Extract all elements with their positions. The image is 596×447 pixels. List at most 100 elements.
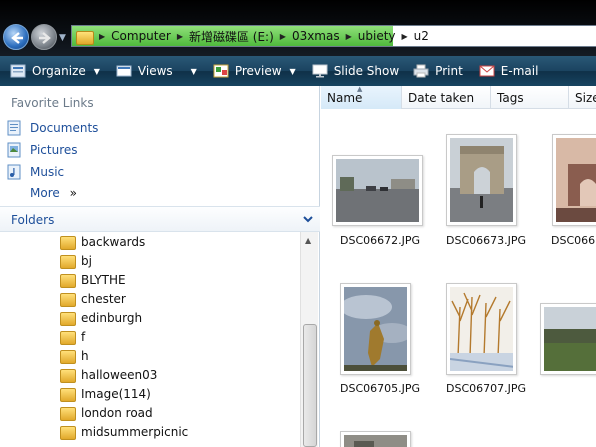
printer-icon — [413, 64, 429, 78]
tree-item[interactable]: edinburgh — [60, 308, 142, 327]
tree-item[interactable]: f — [60, 327, 85, 346]
crumb-ubiety[interactable]: ubiety — [355, 29, 399, 43]
favorite-links-title: Favorite Links — [11, 96, 94, 110]
crumb-u2[interactable]: u2 — [411, 29, 432, 43]
column-name[interactable]: ▲ Name — [321, 86, 402, 109]
favorite-label: Documents — [30, 121, 99, 135]
file-name[interactable]: DSC06707.JPG — [446, 382, 526, 395]
organize-icon — [10, 64, 26, 78]
views-icon — [116, 65, 132, 77]
more-label: More — [30, 186, 60, 200]
folder-icon — [60, 349, 76, 364]
file-thumbnail[interactable] — [332, 155, 423, 226]
history-dropdown-icon[interactable]: ▼ — [59, 33, 66, 43]
folder-icon — [76, 29, 94, 45]
tree-item[interactable]: h — [60, 346, 89, 365]
file-thumbnail[interactable] — [340, 283, 411, 375]
slideshow-button[interactable]: Slide Show — [306, 56, 405, 86]
file-thumbnail[interactable] — [340, 431, 411, 447]
chevron-right-icon[interactable]: ▶ — [343, 32, 355, 41]
tree-item[interactable]: halloween03 — [60, 365, 157, 384]
folder-icon — [60, 406, 76, 421]
tree-item-label: backwards — [81, 234, 146, 249]
scrollbar-thumb[interactable] — [303, 324, 317, 447]
back-button[interactable] — [3, 24, 29, 50]
tree-item-label: f — [81, 329, 86, 344]
crumb-03xmas[interactable]: 03xmas — [289, 29, 343, 43]
email-label: E-mail — [500, 64, 539, 78]
folder-tree-scrollbar[interactable]: ▲ — [300, 232, 318, 447]
file-thumbnail[interactable] — [446, 134, 517, 226]
music-icon — [7, 164, 21, 180]
organize-button[interactable]: Organize ▼ — [4, 56, 106, 86]
more-links-button[interactable]: More » — [30, 186, 77, 200]
file-name[interactable]: DSC0667 — [551, 234, 596, 247]
crumb-computer[interactable]: Computer — [108, 29, 174, 43]
tree-item-label: Image(114) — [81, 386, 151, 401]
tree-item-label: midsummerpicnic — [81, 424, 189, 439]
folder-icon — [60, 425, 76, 440]
address-bar[interactable]: ▶ Computer ▶ 新增磁碟區 (E:) ▶ 03xmas ▶ ubiet… — [71, 25, 596, 47]
command-bar: Organize ▼ Views ▼ Preview ▼ Slide Show — [0, 56, 596, 86]
folder-icon — [60, 254, 76, 269]
column-date-taken[interactable]: Date taken — [402, 86, 491, 109]
photo-arc-de-triomphe — [450, 138, 513, 222]
chevron-down-icon — [303, 216, 313, 223]
crumb-drive[interactable]: 新增磁碟區 (E:) — [186, 28, 277, 45]
preview-button[interactable]: Preview ▼ — [207, 56, 302, 86]
tree-item[interactable]: london road — [60, 403, 153, 422]
email-button[interactable]: E-mail — [473, 56, 545, 86]
column-label: Name — [327, 91, 363, 105]
views-button[interactable]: Views ▼ — [110, 56, 203, 86]
tree-item-label: bj — [81, 253, 92, 268]
tree-item-label: edinburgh — [81, 310, 143, 325]
views-label: Views — [137, 64, 173, 78]
forward-button[interactable] — [31, 24, 57, 50]
chevron-right-icon[interactable]: ▶ — [174, 32, 186, 41]
favorite-label: Pictures — [30, 143, 78, 157]
file-list-pane: ▲ Name Date taken Tags Size DSC06672.JPG — [321, 86, 596, 447]
sort-ascending-icon: ▲ — [357, 86, 363, 93]
tree-item[interactable]: Image(114) — [60, 384, 151, 403]
tree-item[interactable]: backwards — [60, 232, 145, 251]
chevron-right-icon[interactable]: ▶ — [96, 32, 108, 41]
scroll-up-icon[interactable]: ▲ — [305, 236, 311, 245]
tree-item[interactable]: midsummerpicnic — [60, 422, 188, 441]
photo-street-scene — [336, 159, 419, 222]
favorite-item-documents[interactable]: Documents — [6, 120, 98, 136]
file-thumbnail[interactable] — [552, 134, 596, 226]
column-label: Size — [575, 91, 596, 105]
column-tags[interactable]: Tags — [491, 86, 569, 109]
preview-icon — [213, 64, 229, 78]
favorite-item-pictures[interactable]: Pictures — [6, 142, 78, 158]
file-name[interactable]: DSC06673.JPG — [446, 234, 526, 247]
photo-inverted-trees — [450, 287, 513, 371]
folder-icon — [60, 368, 76, 383]
chevron-right-icon[interactable]: ▶ — [399, 32, 411, 41]
tree-item[interactable]: bj — [60, 251, 92, 270]
tree-item[interactable]: BLYTHE — [60, 270, 126, 289]
favorite-item-music[interactable]: Music — [6, 164, 64, 180]
slideshow-icon — [312, 64, 328, 78]
folders-header[interactable]: Folders — [0, 206, 320, 232]
preview-label: Preview — [234, 64, 282, 78]
file-thumbnail[interactable] — [540, 303, 596, 375]
file-name[interactable]: DSC06705.JPG — [340, 382, 420, 395]
folders-title: Folders — [11, 213, 55, 227]
file-thumbnail[interactable] — [446, 283, 517, 375]
column-header: ▲ Name Date taken Tags Size — [321, 86, 596, 109]
file-name[interactable]: DSC06672.JPG — [340, 234, 420, 247]
photo-arch-sunset — [556, 138, 596, 222]
folder-icon — [60, 387, 76, 402]
pictures-icon — [7, 142, 21, 158]
tree-item-label: london road — [81, 405, 153, 420]
chevron-down-icon: ▼ — [190, 66, 197, 76]
print-button[interactable]: Print — [407, 56, 469, 86]
arrow-right-icon — [39, 32, 51, 44]
email-icon — [479, 65, 495, 77]
breadcrumb: ▶ Computer ▶ 新增磁碟區 (E:) ▶ 03xmas ▶ ubiet… — [72, 26, 432, 46]
tree-item[interactable]: chester — [60, 289, 126, 308]
favorite-label: Music — [30, 165, 65, 179]
column-size[interactable]: Size — [569, 86, 596, 109]
chevron-right-icon[interactable]: ▶ — [277, 32, 289, 41]
